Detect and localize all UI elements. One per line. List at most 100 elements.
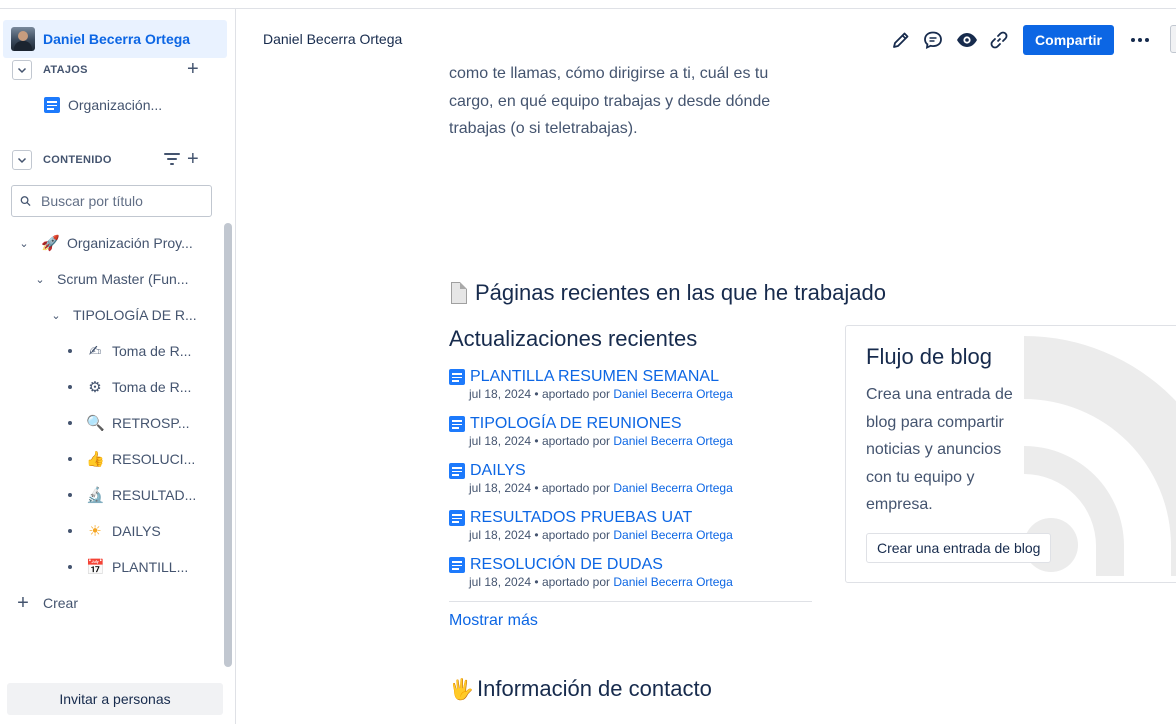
add-content-button[interactable]: +: [187, 149, 199, 169]
raised-hand-icon: 🖐: [449, 677, 474, 701]
page-icon: [449, 416, 465, 432]
update-separator: •: [534, 481, 539, 495]
update-contributed-by: aportado por: [541, 575, 611, 589]
collapse-content-button[interactable]: [12, 150, 32, 170]
recent-pages-heading-text: Páginas recientes en las que he trabajad…: [475, 280, 886, 305]
update-item: RESOLUCIÓN DE DUDAS jul 18, 2024 • aporta…: [449, 555, 733, 589]
tree-item-organizacion[interactable]: ⌄ 🚀 Organización Proy...: [17, 232, 193, 254]
bullet-icon: [68, 421, 72, 425]
chevron-down-icon: [17, 67, 27, 74]
update-author-link[interactable]: Daniel Becerra Ortega: [613, 481, 732, 495]
tree-item-label: RETROSP...: [112, 415, 190, 431]
bullet-icon: [68, 385, 72, 389]
share-button[interactable]: Compartir: [1023, 25, 1114, 55]
tree-item-toma-1[interactable]: ✍ Toma de R...: [68, 340, 191, 362]
page-icon: [449, 463, 465, 479]
bullet-icon: [68, 349, 72, 353]
shortcut-item-label: Organización...: [68, 97, 163, 113]
page-icon: [449, 557, 465, 573]
edit-icon[interactable]: [890, 29, 912, 51]
update-title-link[interactable]: DAILYS: [470, 462, 526, 480]
search-icon: [20, 196, 31, 207]
tree-item-toma-2[interactable]: ⚙ Toma de R...: [68, 376, 191, 398]
page-icon: [44, 97, 60, 113]
tree-item-scrum-master[interactable]: ⌄ Scrum Master (Fun...: [33, 268, 188, 290]
update-author-link[interactable]: Daniel Becerra Ortega: [613, 575, 732, 589]
tree-item-resolucion[interactable]: 👍 RESOLUCI...: [68, 448, 195, 470]
shortcut-item[interactable]: Organización...: [44, 94, 162, 116]
chevron-down-icon[interactable]: ⌄: [17, 237, 31, 250]
updates-heading: Actualizaciones recientes: [449, 326, 698, 351]
bullet-icon: [68, 493, 72, 497]
update-meta: jul 18, 2024 • aportado por Daniel Becer…: [469, 434, 733, 448]
update-author-link[interactable]: Daniel Becerra Ortega: [613, 528, 732, 542]
create-label: Crear: [43, 595, 79, 611]
contact-heading: 🖐 Información de contacto: [449, 676, 712, 702]
recent-pages-heading: Páginas recientes en las que he trabajad…: [449, 280, 886, 306]
tree-item-label: Organización Proy...: [67, 235, 193, 251]
update-contributed-by: aportado por: [541, 387, 611, 401]
breadcrumb[interactable]: Daniel Becerra Ortega: [263, 31, 402, 47]
space-header[interactable]: Daniel Becerra Ortega: [3, 20, 227, 58]
update-title-link[interactable]: RESOLUCIÓN DE DUDAS: [470, 556, 663, 574]
tree-item-resultados[interactable]: 🔬 RESULTAD...: [68, 484, 196, 506]
tree-item-retrospectiva[interactable]: 🔍 RETROSP...: [68, 412, 190, 434]
tree-item-tipologia[interactable]: ⌄ TIPOLOGÍA DE R...: [49, 304, 197, 326]
shortcuts-label: ATAJOS: [43, 64, 88, 76]
create-blog-post-button[interactable]: Crear una entrada de blog: [866, 533, 1052, 563]
add-shortcut-button[interactable]: +: [187, 59, 199, 79]
tree-item-label: Toma de R...: [112, 379, 192, 395]
microscope-icon: 🔬: [86, 486, 105, 504]
magnifier-icon: 🔍: [86, 414, 105, 432]
update-date: jul 18, 2024: [469, 528, 532, 542]
sidebar-scrollbar[interactable]: [224, 223, 232, 667]
bullet-icon: [68, 565, 72, 569]
panel-toggle-button[interactable]: [1170, 25, 1176, 53]
link-icon[interactable]: [988, 29, 1010, 51]
update-separator: •: [534, 434, 539, 448]
update-meta: jul 18, 2024 • aportado por Daniel Becer…: [469, 575, 733, 589]
bullet-icon: [68, 457, 72, 461]
update-title-link[interactable]: RESULTADOS PRUEBAS UAT: [470, 509, 692, 527]
search-input[interactable]: [41, 193, 211, 209]
update-contributed-by: aportado por: [541, 528, 611, 542]
update-title-link[interactable]: TIPOLOGÍA DE REUNIONES: [470, 415, 682, 433]
create-button[interactable]: + Crear: [15, 592, 78, 614]
avatar: [11, 27, 35, 51]
watch-icon[interactable]: [956, 29, 978, 51]
update-date: jul 18, 2024: [469, 481, 532, 495]
page-icon: [449, 510, 465, 526]
invite-people-button[interactable]: Invitar a personas: [7, 683, 223, 715]
search-field[interactable]: [11, 185, 212, 217]
update-meta: jul 18, 2024 • aportado por Daniel Becer…: [469, 481, 733, 495]
tree-item-label: RESOLUCI...: [112, 451, 196, 467]
collapse-shortcuts-button[interactable]: [12, 60, 32, 80]
tree-item-label: RESULTAD...: [112, 487, 197, 503]
show-more-link[interactable]: Mostrar más: [449, 612, 538, 630]
tree-item-dailys[interactable]: ☀ DAILYS: [68, 520, 161, 542]
update-item: TIPOLOGÍA DE REUNIONES jul 18, 2024 • apo…: [449, 414, 733, 448]
more-icon[interactable]: [1129, 29, 1151, 51]
intro-text: como te llamas, cómo dirigirse a ti, cuá…: [449, 65, 771, 137]
blog-title: Flujo de blog: [866, 344, 992, 369]
comment-icon[interactable]: [922, 29, 944, 51]
tree-item-label: DAILYS: [112, 523, 161, 539]
space-title: Daniel Becerra Ortega: [43, 31, 191, 47]
tree-item-label: TIPOLOGÍA DE R...: [73, 307, 197, 323]
update-author-link[interactable]: Daniel Becerra Ortega: [613, 434, 732, 448]
tree-item-plantilla[interactable]: 📅 PLANTILL...: [68, 556, 188, 578]
tree-item-label: PLANTILL...: [112, 559, 189, 575]
contact-heading-text: Información de contacto: [477, 676, 712, 701]
content-section-header: CONTENIDO: [12, 149, 112, 171]
update-meta: jul 18, 2024 • aportado por Daniel Becer…: [469, 528, 733, 542]
bullet-icon: [68, 529, 72, 533]
update-date: jul 18, 2024: [469, 434, 532, 448]
chevron-down-icon[interactable]: ⌄: [49, 309, 63, 322]
update-title-link[interactable]: PLANTILLA RESUMEN SEMANAL: [470, 368, 719, 386]
update-contributed-by: aportado por: [541, 434, 611, 448]
divider: [449, 601, 812, 602]
chevron-down-icon[interactable]: ⌄: [33, 273, 47, 286]
tree-item-label: Scrum Master (Fun...: [57, 271, 189, 287]
update-author-link[interactable]: Daniel Becerra Ortega: [613, 387, 732, 401]
filter-icon[interactable]: [164, 153, 180, 167]
